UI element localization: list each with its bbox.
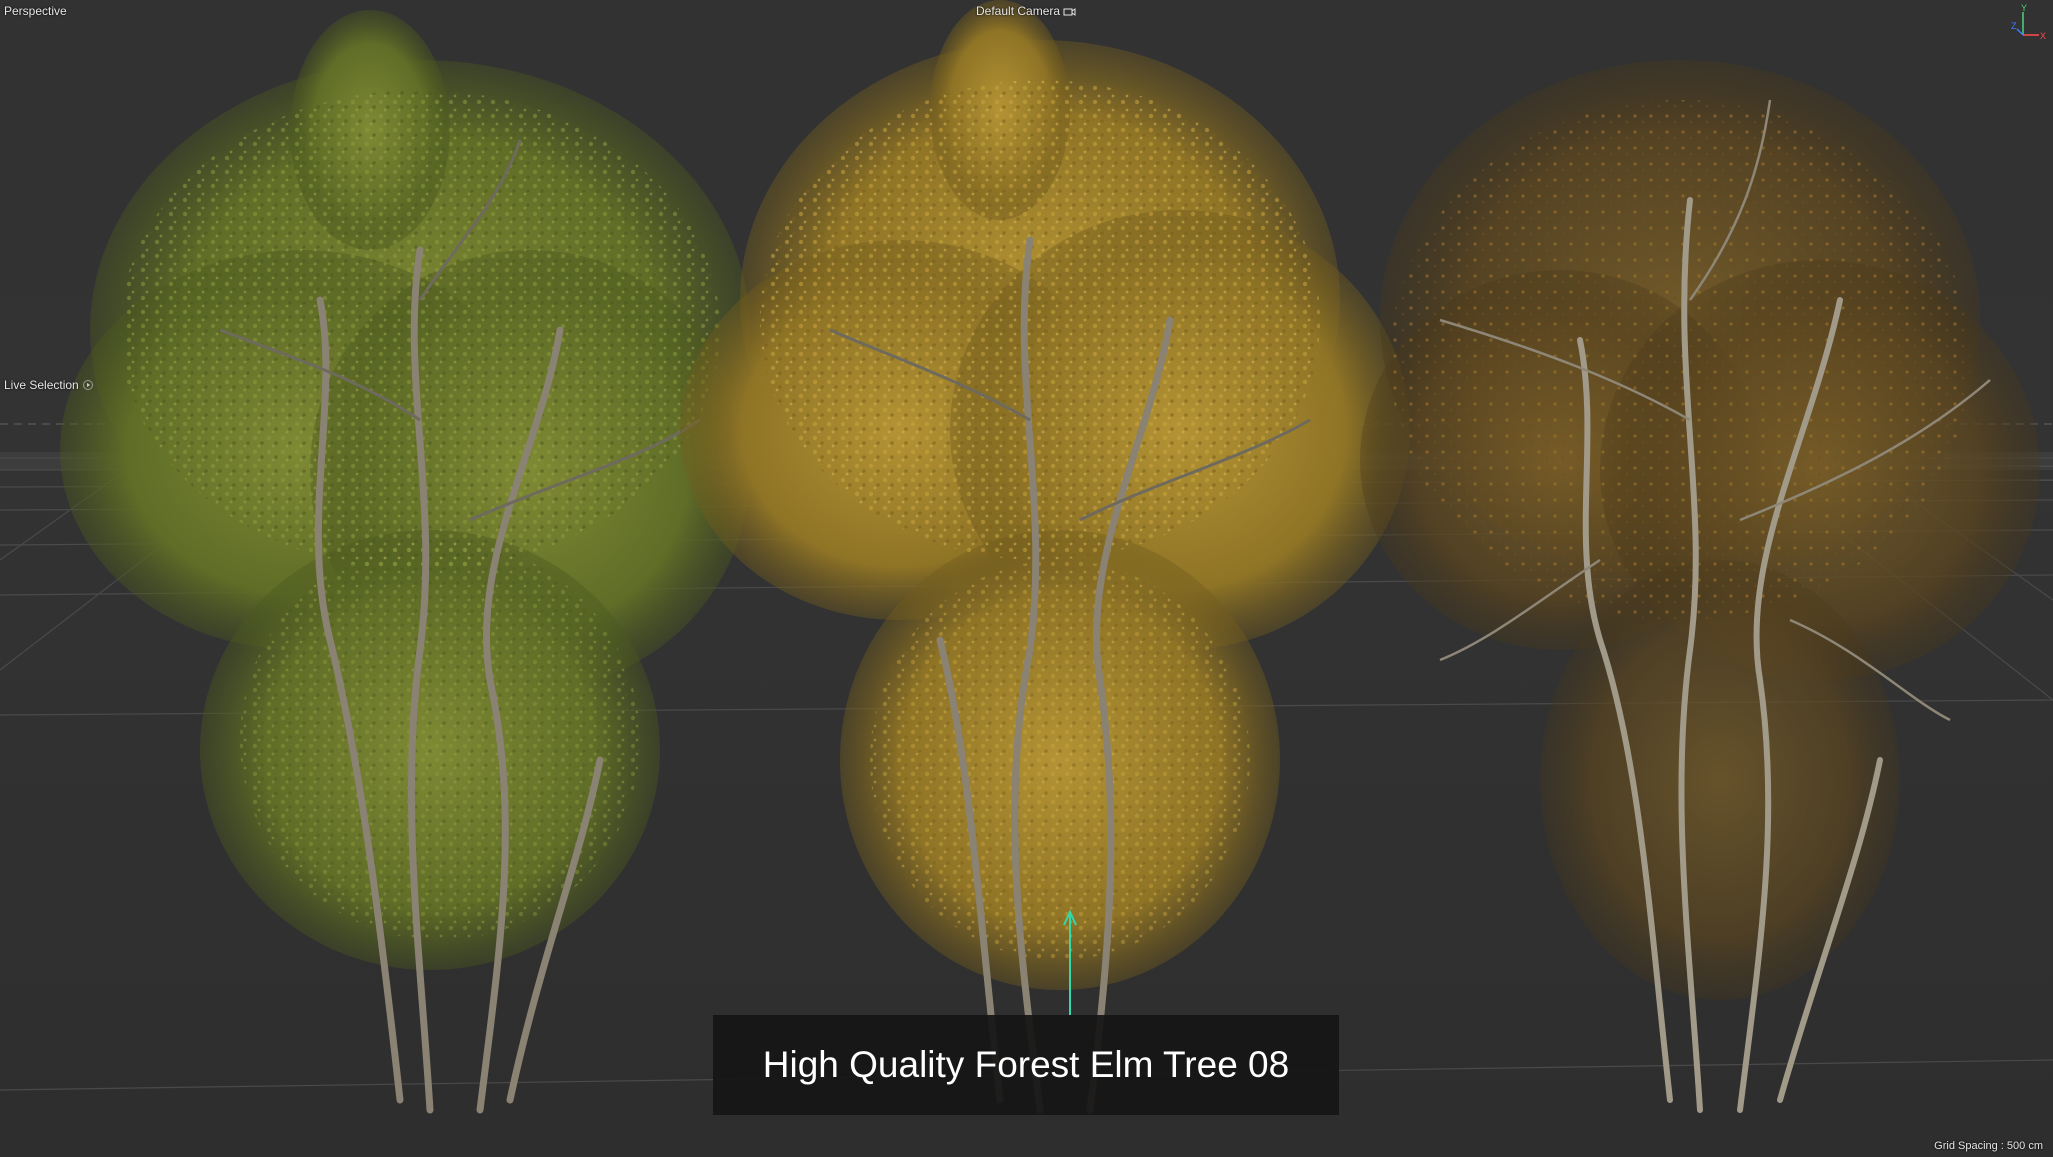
axis-gizmo: Y X Z xyxy=(2011,3,2046,41)
tree-middle xyxy=(680,0,1410,1114)
grid-spacing-readout: Grid Spacing : 500 cm xyxy=(1934,1140,2043,1152)
title-banner: High Quality Forest Elm Tree 08 xyxy=(713,1015,1339,1115)
y-axis-label: Y xyxy=(2021,3,2027,13)
camera-name-label: Default Camera xyxy=(976,4,1061,18)
scene-render xyxy=(0,0,2053,1114)
active-tool-indicator[interactable]: Live Selection xyxy=(4,378,93,392)
banner-title: High Quality Forest Elm Tree 08 xyxy=(762,1044,1290,1085)
camera-menu[interactable]: Default Camera xyxy=(976,4,1076,18)
view-name-label[interactable]: Perspective xyxy=(4,4,67,18)
camera-icon xyxy=(1063,7,1076,16)
z-axis-label: Z xyxy=(2011,21,2017,31)
z-axis-line xyxy=(2016,28,2024,36)
active-tool-label: Live Selection xyxy=(4,378,79,392)
tree-left xyxy=(60,10,750,1114)
3d-viewport[interactable]: Perspective Default Camera Live Selectio… xyxy=(0,0,2053,1157)
x-axis-label: X xyxy=(2040,31,2046,41)
tree-right xyxy=(1360,60,2040,1113)
play-circle-icon[interactable] xyxy=(82,380,93,390)
